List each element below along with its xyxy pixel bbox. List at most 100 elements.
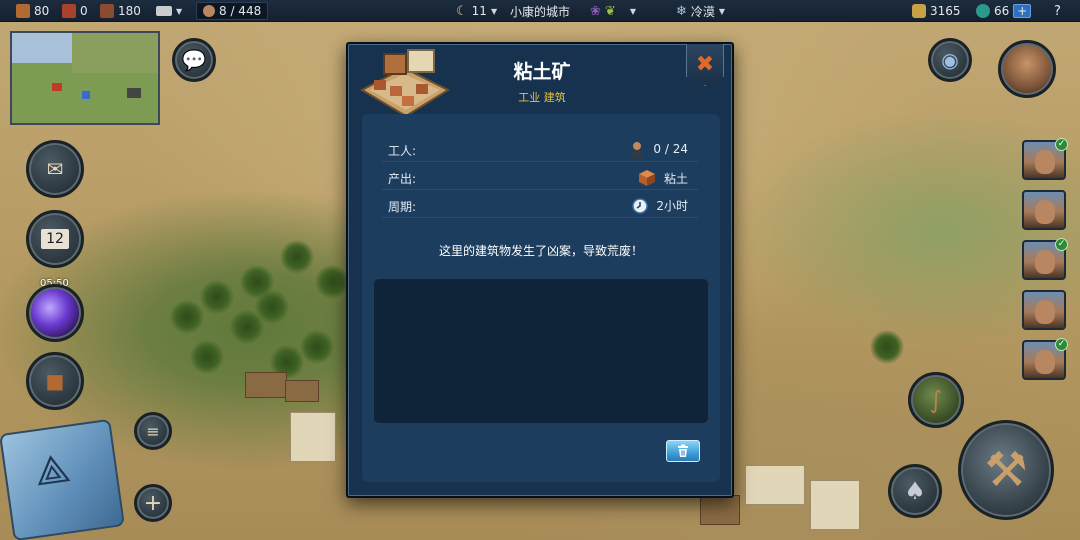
blueprint-button[interactable]: ⟁ [0, 418, 125, 540]
wood-value: 80 [34, 4, 50, 18]
climate-label: 冷漠 [690, 4, 715, 19]
coins-icon [912, 4, 926, 18]
status-message: 这里的建筑物发生了凶案，导致荒废！ [438, 244, 643, 258]
backpack-icon: ■ [45, 369, 65, 393]
gems-value: 66 [994, 4, 1010, 18]
backpack-button[interactable]: ■ [26, 352, 84, 410]
city-name-label: 小康的城市 [510, 4, 571, 19]
chevron-down-icon: ▼ [629, 6, 636, 16]
workers-value: 0 / 24 [653, 142, 688, 156]
check-icon: ✓ [1055, 338, 1068, 351]
magic-orb-button[interactable] [26, 284, 84, 342]
character-portrait[interactable] [1022, 290, 1066, 330]
blocks-icon [156, 6, 172, 16]
palm-tree [280, 240, 314, 274]
chat-button[interactable]: 💬 [172, 38, 216, 82]
goods-dropdown[interactable]: ❀ ❦ ▼ [590, 3, 636, 19]
worker-icon [632, 142, 643, 157]
world-map-button[interactable]: ◉ [928, 38, 972, 82]
chat-bubble-icon: 💬 [181, 48, 207, 72]
expand-dropdown[interactable]: ▼ [156, 3, 182, 19]
trash-icon [678, 444, 688, 457]
character-portrait[interactable]: ✓ [1022, 238, 1068, 280]
city-name[interactable]: 小康的城市 [510, 3, 570, 19]
character-portrait[interactable] [1022, 190, 1066, 230]
building-house[interactable] [700, 495, 740, 525]
cycle-label: 周期: [388, 200, 417, 214]
building-temple[interactable] [290, 412, 336, 462]
workers-row: 工人: 0 / 24 [382, 136, 698, 162]
shovel-button[interactable]: ♠ [888, 464, 942, 518]
advisor-button[interactable] [998, 40, 1056, 98]
building-house[interactable] [285, 380, 319, 402]
close-icon: ✖ [695, 52, 715, 77]
workers-label: 工人: [388, 144, 417, 158]
add-button[interactable]: + [134, 484, 172, 522]
level-dropdown[interactable]: ☾ 11 ▼ [456, 3, 497, 19]
portrait-face [1035, 300, 1055, 324]
build-hammer-button[interactable]: ⚒ [958, 420, 1054, 520]
output-value-group: 粘土 [638, 169, 688, 187]
moon-icon: ☾ [456, 3, 468, 19]
building-house[interactable] [810, 480, 860, 530]
stone-icon [100, 4, 114, 18]
calendar-icon: 12 [41, 229, 69, 249]
building-info-dialog: 粘土矿 工业 建筑 ✖ 工人: 0 / 24 产出: 粘土 周期: 2小时 这里… [346, 42, 734, 498]
building-house[interactable] [245, 372, 287, 398]
info-panel: 工人: 0 / 24 产出: 粘土 周期: 2小时 这里的建筑物发生了凶案，导致… [362, 114, 720, 482]
gem-icon [976, 4, 990, 18]
population-value: 8 / 448 [219, 4, 262, 18]
minimap-marker [127, 88, 141, 98]
portrait-face [1035, 350, 1055, 374]
portrait-face [1035, 250, 1055, 274]
wood-counter[interactable]: 80 [16, 3, 49, 19]
check-icon: ✓ [1055, 238, 1068, 251]
grapes-icon: ❀ [590, 3, 601, 19]
climate-dropdown[interactable]: ❄ 冷漠 ▼ [676, 3, 725, 19]
cycle-row: 周期: 2小时 [382, 192, 698, 218]
chevron-down-icon: ▼ [490, 6, 498, 16]
level-value: 11 [471, 4, 487, 18]
road-icon: ∫ [929, 386, 943, 414]
description-box [374, 279, 708, 423]
inbox-button[interactable]: ✉ [26, 140, 84, 198]
portrait-face [1035, 200, 1055, 224]
buy-gems-button[interactable]: + [1013, 4, 1032, 18]
palm-tree [240, 265, 274, 299]
character-portrait[interactable]: ✓ [1022, 138, 1068, 180]
road-button[interactable]: ∫ [908, 372, 964, 428]
inbox-icon: ✉ [46, 157, 64, 181]
output-row: 产出: 粘土 [382, 164, 698, 190]
coins-counter[interactable]: 3165 [912, 3, 961, 19]
clay-cube-icon [638, 170, 655, 186]
stone-counter[interactable]: 180 [100, 3, 141, 19]
palm-tree [315, 265, 349, 299]
palm-tree [300, 330, 334, 364]
palm-tree [870, 330, 904, 364]
brick-counter[interactable]: 0 [62, 3, 88, 19]
chevron-down-icon: ▼ [718, 6, 726, 16]
brick-icon [62, 4, 76, 18]
minimap[interactable] [10, 31, 160, 125]
demolish-button[interactable] [666, 440, 700, 462]
resource-bar: 80 0 180 ▼ 8 / 448 ☾ 11 ▼ 小康的城市 ❀ ❦ ▼ ❄ … [0, 0, 1080, 22]
globe-icon: ◉ [941, 48, 959, 72]
coins-value: 3165 [930, 4, 961, 18]
clock-icon [632, 197, 649, 214]
gems-counter[interactable]: 66 + [976, 3, 1032, 19]
compass-icon: ⟁ [31, 444, 74, 496]
olive-icon: ❦ [604, 3, 616, 19]
character-portrait[interactable]: ✓ [1022, 338, 1068, 380]
hammer-icon: ⚒ [984, 442, 1028, 498]
snowflake-icon: ❄ [676, 3, 687, 19]
layers-button[interactable]: ≡ [134, 412, 172, 450]
palm-tree [190, 340, 224, 374]
building-house[interactable] [745, 465, 805, 505]
chevron-down-icon: ▼ [176, 6, 183, 16]
calendar-button[interactable]: 12 [26, 210, 84, 268]
layers-icon: ≡ [146, 421, 160, 441]
help-button[interactable]: ? [1054, 3, 1061, 19]
building-category: 工业 建筑 [518, 91, 566, 104]
population-counter[interactable]: 8 / 448 [196, 2, 269, 20]
wood-icon [16, 4, 30, 18]
